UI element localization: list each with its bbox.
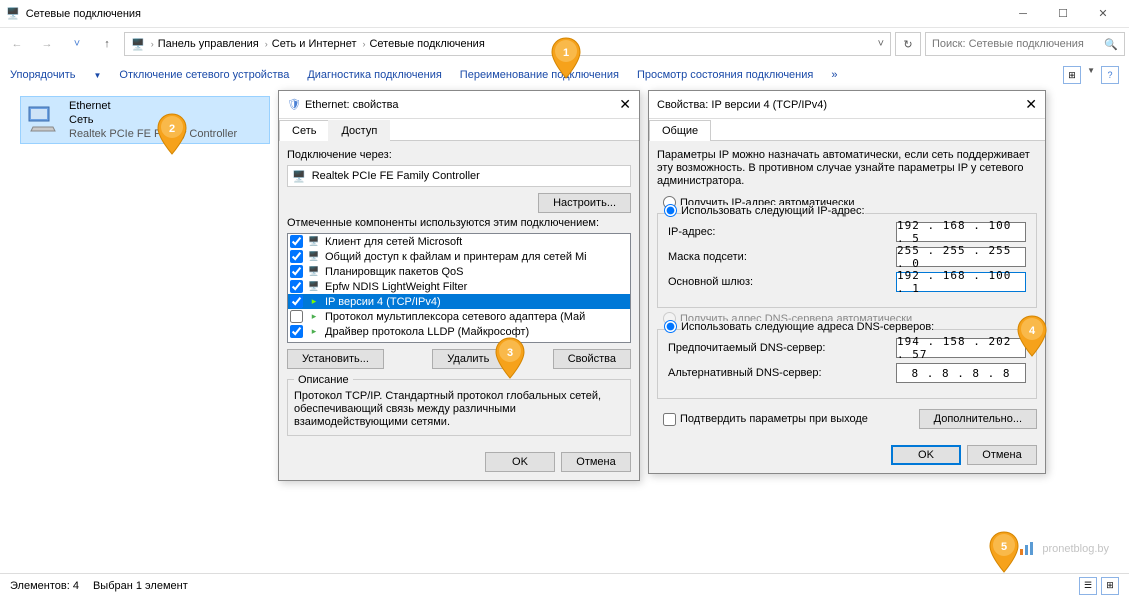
view-icon[interactable]: ⊞ <box>1063 66 1081 84</box>
address-bar: ← → ˅ ↑ 🖥️ ›Панель управления ›Сеть и Ин… <box>0 28 1129 60</box>
comp-check-5[interactable] <box>290 310 303 323</box>
minimize-button[interactable]: ─ <box>1003 3 1043 25</box>
selected-count: Выбран 1 элемент <box>93 580 188 592</box>
components-list[interactable]: 🖥️Клиент для сетей Microsoft 🖥️Общий дос… <box>287 233 631 343</box>
close-icon[interactable]: ✕ <box>619 96 631 113</box>
ok-button[interactable]: OK <box>485 452 555 472</box>
comp-check-3[interactable] <box>290 280 303 293</box>
properties-button[interactable]: Свойства <box>553 349 631 369</box>
connection-status: Сеть <box>69 113 237 127</box>
install-button[interactable]: Установить... <box>287 349 384 369</box>
connection-name: Ethernet <box>69 99 237 113</box>
dns1-label: Предпочитаемый DNS-сервер: <box>668 342 896 354</box>
tab-general[interactable]: Общие <box>649 120 711 141</box>
recent-dropdown[interactable]: ˅ <box>64 31 90 57</box>
use-dns-radio[interactable] <box>664 320 677 333</box>
ip-label: IP-адрес: <box>668 226 896 238</box>
adapter-field: 🖥️ Realtek PCIe FE Family Controller <box>287 165 631 187</box>
ip-input[interactable]: 192 . 168 . 100 . 5 <box>896 222 1026 242</box>
tb-more[interactable]: » <box>831 69 837 81</box>
tb-status[interactable]: Просмотр состояния подключения <box>637 69 813 81</box>
dialog-title: Свойства: IP версии 4 (TCP/IPv4) <box>657 99 827 111</box>
nic-icon: 🖥️ <box>292 170 306 183</box>
network-icon: 🖥️ <box>6 7 20 20</box>
ethernet-properties-dialog: 🛡 Ethernet: свойства ✕ Сеть Доступ Подкл… <box>278 90 640 481</box>
cancel-button[interactable]: Отмена <box>967 445 1037 465</box>
up-button[interactable]: ↑ <box>94 31 120 57</box>
comp-check-4[interactable] <box>290 295 303 308</box>
statusbar: Элементов: 4 Выбран 1 элемент ☰ ⊞ <box>0 573 1129 597</box>
help-icon[interactable]: ? <box>1101 66 1119 84</box>
view-details-icon[interactable]: ☰ <box>1079 577 1097 595</box>
connect-via-label: Подключение через: <box>287 149 631 161</box>
crumb-0[interactable]: Панель управления <box>158 38 259 50</box>
window-title: Сетевые подключения <box>26 8 141 20</box>
back-button[interactable]: ← <box>4 31 30 57</box>
dns2-input[interactable]: 8 . 8 . 8 . 8 <box>896 363 1026 383</box>
crumb-1[interactable]: Сеть и Интернет <box>272 38 357 50</box>
breadcrumb-bar[interactable]: 🖥️ ›Панель управления ›Сеть и Интернет ›… <box>124 32 891 56</box>
network-icon: 🖥️ <box>131 38 145 51</box>
toolbar: Упорядочить▼ Отключение сетевого устройс… <box>0 60 1129 90</box>
crumb-2[interactable]: Сетевые подключения <box>369 38 484 50</box>
dns2-label: Альтернативный DNS-сервер: <box>668 367 896 379</box>
tab-network[interactable]: Сеть <box>279 120 329 141</box>
comp-check-0[interactable] <box>290 235 303 248</box>
dialog-titlebar[interactable]: Свойства: IP версии 4 (TCP/IPv4) ✕ <box>649 91 1045 119</box>
breadcrumb-dropdown[interactable]: ˅ <box>878 38 884 50</box>
gateway-input[interactable]: 192 . 168 . 100 . 1 <box>896 272 1026 292</box>
search-icon: 🔍 <box>1104 38 1118 51</box>
description-text: Протокол TCP/IP. Стандартный протокол гл… <box>294 390 624 429</box>
uninstall-button[interactable]: Удалить <box>432 349 504 369</box>
gateway-label: Основной шлюз: <box>668 276 896 288</box>
ipv4-properties-dialog: Свойства: IP версии 4 (TCP/IPv4) ✕ Общие… <box>648 90 1046 474</box>
dialog-title: Ethernet: свойства <box>305 99 399 111</box>
dns1-input[interactable]: 194 . 158 . 202 . 57 <box>896 338 1026 358</box>
help-text: Параметры IP можно назначать автоматичес… <box>657 149 1037 188</box>
advanced-button[interactable]: Дополнительно... <box>919 409 1037 429</box>
organize-menu[interactable]: Упорядочить <box>10 69 75 81</box>
tb-disable[interactable]: Отключение сетевого устройства <box>119 69 289 81</box>
comp-check-6[interactable] <box>290 325 303 338</box>
forward-button[interactable]: → <box>34 31 60 57</box>
cancel-button[interactable]: Отмена <box>561 452 631 472</box>
components-label: Отмеченные компоненты используются этим … <box>287 217 631 229</box>
tb-diag[interactable]: Диагностика подключения <box>307 69 441 81</box>
maximize-button[interactable]: ☐ <box>1043 3 1083 25</box>
close-icon[interactable]: ✕ <box>1025 96 1037 113</box>
comp-check-1[interactable] <box>290 250 303 263</box>
shield-icon: 🛡 <box>287 98 301 111</box>
search-input[interactable]: Поиск: Сетевые подключения 🔍 <box>925 32 1125 56</box>
configure-button[interactable]: Настроить... <box>538 193 631 213</box>
connection-item-ethernet[interactable]: Ethernet Сеть Realtek PCIe FE Family Con… <box>20 96 270 144</box>
refresh-button[interactable]: ↻ <box>895 32 921 56</box>
confirm-exit-checkbox[interactable] <box>663 413 676 426</box>
titlebar: 🖥️ Сетевые подключения ─ ☐ ✕ <box>0 0 1129 28</box>
dialog-titlebar[interactable]: 🛡 Ethernet: свойства ✕ <box>279 91 639 119</box>
ethernet-icon <box>23 99 63 139</box>
close-button[interactable]: ✕ <box>1083 3 1123 25</box>
items-count: Элементов: 4 <box>10 580 79 592</box>
mask-input[interactable]: 255 . 255 . 255 . 0 <box>896 247 1026 267</box>
ok-button[interactable]: OK <box>891 445 961 465</box>
description-title: Описание <box>294 374 353 386</box>
comp-check-2[interactable] <box>290 265 303 278</box>
connection-adapter: Realtek PCIe FE Family Controller <box>69 127 237 141</box>
mask-label: Маска подсети: <box>668 251 896 263</box>
watermark: pronetblog.by <box>1018 541 1109 557</box>
view-icons-icon[interactable]: ⊞ <box>1101 577 1119 595</box>
use-ip-radio[interactable] <box>664 204 677 217</box>
tab-access[interactable]: Доступ <box>328 120 390 141</box>
tb-rename[interactable]: Переименование подключения <box>460 69 619 81</box>
